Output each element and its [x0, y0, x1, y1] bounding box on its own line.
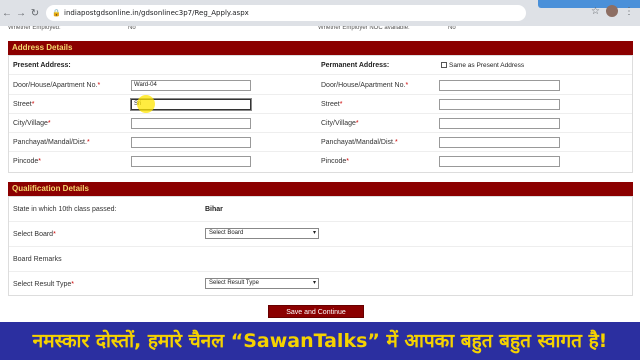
- street-label: Street*: [13, 100, 35, 108]
- browser-chrome: ← → ↻ 🔒 indiapostgdsonline.in/gdsonlinec…: [0, 0, 640, 26]
- perm-street-label: Street*: [321, 100, 343, 108]
- board-select[interactable]: Select Board ▾: [205, 228, 319, 239]
- back-icon[interactable]: ←: [0, 6, 14, 20]
- state-label: State in which 10th class passed:: [13, 205, 117, 213]
- address-bar-row: ← → ↻ 🔒 indiapostgdsonline.in/gdsonlinec…: [0, 4, 640, 22]
- same-as-present-option[interactable]: Same as Present Address: [441, 62, 524, 69]
- chevron-down-icon: ▾: [312, 230, 316, 236]
- address-row: Panchayat/Mandal/Dist.* Panchayat/Mandal…: [9, 133, 632, 152]
- pincode-label: Pincode*: [13, 158, 42, 165]
- perm-city-input[interactable]: [439, 118, 560, 129]
- avatar[interactable]: [606, 5, 618, 17]
- bookmark-star-icon[interactable]: ☆: [591, 6, 600, 17]
- address-section-header: Address Details: [8, 41, 633, 55]
- perm-panchayat-input[interactable]: [439, 137, 560, 148]
- address-row: Pincode* Pincode*: [9, 152, 632, 171]
- save-and-continue-button[interactable]: Save and Continue: [268, 305, 364, 318]
- chrome-actions: ☆ ⋮: [591, 5, 634, 17]
- channel-banner: नमस्कार दोस्तों, हमारे चैनल “SawanTalks”…: [0, 322, 640, 360]
- address-subheader-row: Present Address: Permanent Address: Same…: [9, 56, 632, 75]
- address-row: Street* Sri Street*: [9, 95, 632, 114]
- forward-icon[interactable]: →: [14, 6, 28, 20]
- prev-right-value: No: [448, 26, 456, 31]
- door-label: Door/House/Apartment No.*: [13, 81, 101, 89]
- result-type-label: Select Result Type*: [13, 280, 74, 288]
- qualification-row: Select Result Type* Select Result Type ▾: [9, 272, 632, 296]
- same-as-present-checkbox[interactable]: [441, 62, 447, 68]
- cursor-highlight: [137, 95, 155, 113]
- result-type-select[interactable]: Select Result Type ▾: [205, 278, 319, 289]
- lock-icon: 🔒: [52, 8, 61, 17]
- qualification-section-header: Qualification Details: [8, 182, 633, 196]
- perm-panchayat-label: Panchayat/Mandal/Dist.*: [321, 138, 398, 146]
- address-row: City/Village* City/Village*: [9, 114, 632, 133]
- perm-door-label: Door/House/Apartment No.*: [321, 81, 409, 89]
- board-select-value: Select Board: [209, 230, 244, 236]
- prev-left-label: Whether Employed:: [8, 26, 61, 31]
- previous-row: Whether Employed: No Whether Employer NO…: [8, 26, 633, 36]
- result-type-select-value: Select Result Type: [209, 280, 259, 286]
- address-row: Door/House/Apartment No.* Ward-04 Door/H…: [9, 76, 632, 95]
- qualification-section: State in which 10th class passed: Bihar …: [8, 196, 633, 296]
- qualification-row: Select Board* Select Board ▾: [9, 222, 632, 247]
- panchayat-label: Panchayat/Mandal/Dist.*: [13, 138, 90, 146]
- door-input[interactable]: Ward-04: [131, 80, 251, 91]
- qualification-row: Board Remarks: [9, 247, 632, 272]
- state-value: Bihar: [205, 205, 223, 213]
- panchayat-input[interactable]: [131, 137, 251, 148]
- board-remarks-label: Board Remarks: [13, 255, 62, 263]
- reload-icon[interactable]: ↻: [28, 6, 42, 20]
- qualification-row: State in which 10th class passed: Bihar: [9, 197, 632, 222]
- perm-pincode-input[interactable]: [439, 156, 560, 167]
- permanent-address-heading: Permanent Address:: [321, 61, 390, 69]
- perm-street-input[interactable]: [439, 99, 560, 110]
- perm-door-input[interactable]: [439, 80, 560, 91]
- address-section: Present Address: Permanent Address: Same…: [8, 55, 633, 173]
- same-as-present-label: Same as Present Address: [449, 61, 525, 69]
- pincode-input[interactable]: [131, 156, 251, 167]
- menu-dots-icon[interactable]: ⋮: [624, 6, 634, 17]
- prev-left-value: No: [128, 26, 136, 31]
- url-text: indiapostgdsonline.in/gdsonlinec3p7/Reg_…: [64, 9, 249, 17]
- url-bar[interactable]: 🔒 indiapostgdsonline.in/gdsonlinec3p7/Re…: [46, 5, 526, 21]
- board-label: Select Board*: [13, 230, 56, 238]
- prev-right-label: Whether Employer NOC available:: [318, 26, 410, 31]
- present-address-heading: Present Address:: [13, 61, 71, 69]
- perm-pincode-label: Pincode*: [321, 158, 350, 165]
- city-input[interactable]: [131, 118, 251, 129]
- perm-city-label: City/Village*: [321, 119, 359, 127]
- city-label: City/Village*: [13, 119, 51, 127]
- chevron-down-icon: ▾: [312, 280, 316, 286]
